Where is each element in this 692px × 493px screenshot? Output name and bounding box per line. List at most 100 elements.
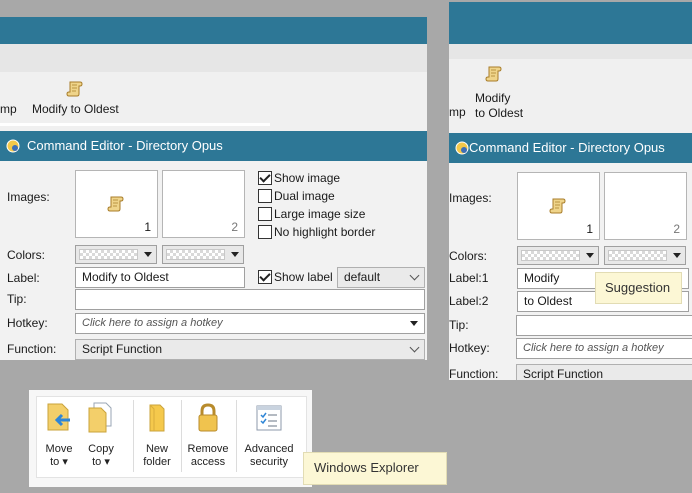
hotkey-input[interactable]: Click here to assign a hotkey [516,338,692,359]
modify-line-2: to Oldest [475,106,524,120]
advanced-security-icon [256,405,282,431]
copy-to-line-2: to ▾ [83,456,119,469]
copy-to-button[interactable]: Copy to ▾ [83,402,119,472]
label-2-label: Label:2 [449,294,489,308]
button-toolbar: mp Modify to Oldest [0,72,427,131]
hotkey-placeholder: Click here to assign a hotkey [523,342,664,354]
window-top-bar [449,2,692,44]
show-label-checkbox[interactable] [258,270,272,284]
color-swatch [608,250,667,261]
move-to-button[interactable]: Move to ▾ [41,402,77,472]
hotkey-placeholder: Click here to assign a hotkey [82,317,223,329]
no-highlight-border-checkbox[interactable] [258,225,272,239]
images-label: Images: [449,191,492,205]
suggestion-tooltip-text: Suggestion [605,280,671,295]
label-label: Label: [7,271,40,285]
editor-body: Images: 1 2 Colors: Label:1 Modify Label… [449,163,692,380]
images-label: Images: [7,190,50,204]
tip-label: Tip: [449,318,469,332]
dropdown-arrow-icon [410,321,418,326]
chevron-down-icon [409,342,420,353]
toolbar-divider [0,123,270,126]
image-slot-number: 1 [586,222,593,236]
function-type-select[interactable]: Script Function [75,339,425,360]
image-slot-2[interactable]: 2 [604,172,687,240]
copy-to-icon [88,402,112,433]
color-swatch [166,249,225,260]
dopus-logo-icon [455,141,469,155]
image-slot-1[interactable]: 1 [517,172,600,240]
partial-toolbar-button[interactable]: mp [449,105,466,119]
move-to-line-2-text: to [50,456,60,468]
function-type-value: Script Function [82,342,163,356]
move-to-icon [47,403,70,431]
remove-access-button[interactable]: Remove access [185,402,231,472]
image-slot-2[interactable]: 2 [162,170,245,238]
image-slot-number: 1 [144,220,151,234]
label-1-label: Label:1 [449,271,489,285]
lock-icon [198,403,218,432]
window-title: Command Editor - Directory Opus [27,138,223,153]
large-image-size-label: Large image size [274,207,366,221]
no-highlight-border-label: No highlight border [274,225,376,239]
show-label-mode-select[interactable]: default [337,267,425,288]
copy-to-line-1: Copy [88,443,114,455]
window-top-bar [0,17,427,44]
move-to-line-1: Move [45,443,73,455]
toolbar-strip [0,44,427,72]
dual-image-label: Dual image [274,189,335,203]
command-editor-titlebar: Command Editor - Directory Opus [449,133,692,163]
dual-image-checkbox[interactable] [258,189,272,203]
dropdown-arrow-icon [144,252,152,257]
chevron-down-icon: ▾ [62,456,68,468]
suggestion-tooltip: Suggestion [595,272,682,304]
windows-explorer-tooltip-text: Windows Explorer [314,460,419,475]
toolbar-strip [449,44,692,59]
text-color-dropdown[interactable] [75,245,157,264]
remove-access-line-1: Remove [187,443,229,455]
copy-to-line-2-text: to [92,456,102,468]
tip-input[interactable] [75,289,425,310]
label-input[interactable]: Modify to Oldest [75,267,245,288]
new-folder-line-2: folder [143,456,171,468]
image-slot-1[interactable]: 1 [75,170,158,238]
tip-input[interactable] [516,315,692,336]
explorer-ribbon-screenshot: Move to ▾ Copy to ▾ New folder Remove ac… [29,390,312,487]
label-2-value: to Oldest [524,294,573,308]
new-folder-button[interactable]: New folder [137,402,177,472]
button-toolbar: mp Modify to Oldest [449,59,692,133]
dropdown-arrow-icon [231,252,239,257]
advanced-security-button[interactable]: Advanced security [241,402,297,472]
hotkey-input[interactable]: Click here to assign a hotkey [75,313,425,334]
label-input-value: Modify to Oldest [82,270,169,284]
tip-label: Tip: [7,292,27,306]
function-label: Function: [7,342,57,356]
partial-toolbar-button[interactable]: mp [0,102,17,116]
chevron-down-icon: ▾ [104,456,110,468]
label-1-value: Modify [524,271,560,285]
background-color-dropdown[interactable] [162,245,244,264]
window-title: Command Editor - Directory Opus [469,140,665,155]
color-swatch [79,249,138,260]
show-image-checkbox[interactable] [258,171,272,185]
hotkey-label: Hotkey: [7,316,48,330]
modify-to-oldest-button[interactable]: Modify to Oldest [471,63,527,125]
advanced-security-line-1: Advanced [244,443,294,455]
large-image-size-checkbox[interactable] [258,207,272,221]
ribbon-separator [236,400,237,472]
background-color-dropdown[interactable] [604,246,686,265]
right-editor-screenshot: mp Modify to Oldest Command Editor - Dir… [449,2,692,380]
chevron-down-icon [409,270,420,281]
remove-access-line-2: access [190,456,226,468]
dropdown-arrow-icon [586,253,594,258]
colors-label: Colors: [7,248,46,262]
windows-explorer-tooltip: Windows Explorer [303,452,447,485]
function-type-select[interactable]: Script Function [516,364,692,380]
command-editor-titlebar: Command Editor - Directory Opus [0,131,427,161]
image-slot-number: 2 [673,222,680,236]
colors-label: Colors: [449,249,488,263]
modify-to-oldest-button[interactable]: Modify to Oldest [32,76,124,126]
function-type-value: Script Function [523,367,604,380]
text-color-dropdown[interactable] [517,246,599,265]
hotkey-label: Hotkey: [449,341,490,355]
